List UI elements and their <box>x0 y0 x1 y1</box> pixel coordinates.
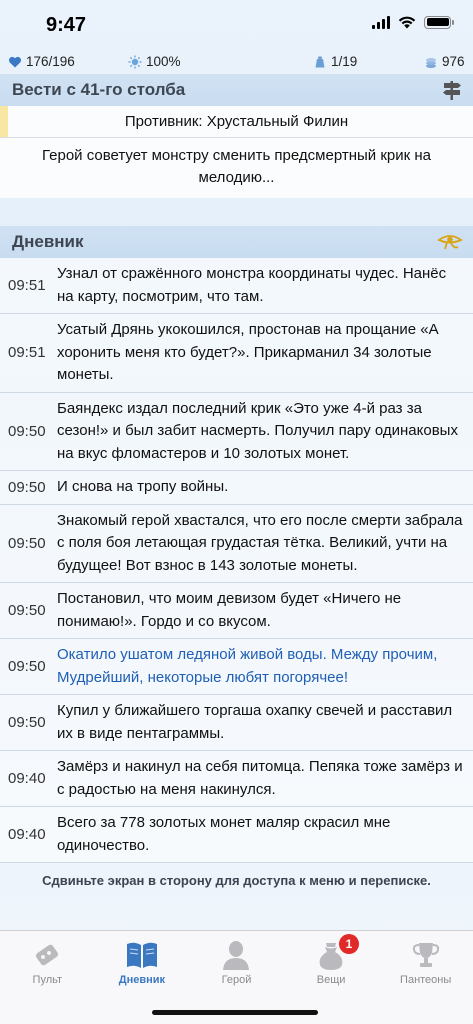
opponent-line: Противник: Хрустальный Филин <box>0 106 473 138</box>
gold-stat: 976 <box>424 54 465 69</box>
entry-text: Узнал от сражённого монстра координаты ч… <box>57 265 447 305</box>
diary-entry: 09:51 Усатый Дрянь укокошился, простонав … <box>0 314 473 393</box>
health-value: 176/196 <box>26 54 75 69</box>
entry-text: Замёрз и накинул на себя питомца. Пепяка… <box>57 758 463 798</box>
entry-time: 09:40 <box>8 770 46 787</box>
diary-entry: 09:50 Знакомый герой хвастался, что его п… <box>0 504 473 583</box>
swipe-hint: Сдвиньте экран в сторону для доступа к м… <box>42 873 431 888</box>
tab-label: Дневник <box>118 974 166 986</box>
entry-time: 09:50 <box>8 658 46 675</box>
system-indicators <box>372 15 454 29</box>
signpost-icon[interactable] <box>441 79 463 101</box>
news-text: Герой советует монстру сменить предсмерт… <box>42 147 431 186</box>
trophy-icon <box>412 943 439 967</box>
entry-text: Окатило ушатом ледяной живой воды. Между… <box>57 646 438 686</box>
entry-text: Баяндекс издал последний крик «Это уже 4… <box>57 399 458 462</box>
tab-remote[interactable]: Пульт <box>0 931 95 1024</box>
godpower-stat: 100% <box>128 54 181 69</box>
entry-text: Постановил, что моим девизом будет «Ниче… <box>57 590 402 630</box>
tab-label: Пантеоны <box>400 974 452 986</box>
godpower-value: 100% <box>146 54 181 69</box>
entry-time: 09:40 <box>8 826 46 843</box>
quest-value: 1/19 <box>331 54 358 69</box>
wifi-icon <box>398 16 416 28</box>
entry-text: Всего за 778 золотых монет маляр скрасил… <box>57 814 391 854</box>
quest-icon <box>315 56 325 67</box>
diary-entry: 09:40 Замёрз и накинул на себя питомца. П… <box>0 751 473 807</box>
book-icon <box>126 942 157 968</box>
coins-icon <box>426 57 436 68</box>
quest-stat: 1/19 <box>313 54 357 69</box>
entry-time: 09:51 <box>8 277 46 294</box>
diary-entry: 09:40 Всего за 778 золотых монет маляр ск… <box>0 807 473 863</box>
prana-icon <box>128 55 142 68</box>
gold-value: 976 <box>442 54 465 69</box>
status-bar: 9:47 <box>0 0 473 52</box>
entry-text: Усатый Дрянь укокошился, простонав на пр… <box>57 321 439 383</box>
diary-entry-divine: 09:50 Окатило ушатом ледяной живой воды. … <box>0 639 473 695</box>
tab-label: Пульт <box>32 974 63 986</box>
news-header[interactable]: Вести с 41-го столба <box>0 74 473 106</box>
entry-time: 09:51 <box>8 344 46 362</box>
heart-icon <box>8 56 22 67</box>
health-stat: 176/196 <box>8 54 75 69</box>
entry-time: 09:50 <box>8 422 46 440</box>
diary-entry: 09:50 Купил у ближайшего торгаша охапку с… <box>0 695 473 751</box>
cellular-signal-icon <box>372 15 390 29</box>
home-indicator <box>152 1010 318 1015</box>
status-time: 9:47 <box>46 14 87 36</box>
diary-entry: 09:50 И снова на тропу войны. <box>0 471 473 505</box>
remote-icon <box>36 944 59 966</box>
hero-stats: 176/196 100% 1/19 976 <box>0 52 473 74</box>
news-title: Вести с 41-го столба <box>12 80 186 99</box>
entry-text: И снова на тропу войны. <box>57 478 229 495</box>
tab-label: Вещи <box>316 974 346 986</box>
news-block: Противник: Хрустальный Филин Герой совет… <box>0 106 473 198</box>
diary-entry: 09:50 Баяндекс издал последний крик «Это … <box>0 392 473 471</box>
entry-time: 09:50 <box>8 534 46 552</box>
tab-pantheons[interactable]: Пантеоны <box>378 931 473 1024</box>
items-badge: 1 <box>338 934 359 954</box>
entry-text: Знакомый герой хвастался, что его после … <box>57 511 463 574</box>
hero-icon <box>223 941 250 970</box>
entry-text: Купил у ближайшего торгаша охапку свечей… <box>57 702 453 742</box>
diary-entry: 09:50 Постановил, что моим девизом будет … <box>0 583 473 639</box>
tab-label: Герой <box>221 974 252 986</box>
diary-list: 09:51 Узнал от сражённого монстра координ… <box>0 258 473 863</box>
eye-of-ra-icon[interactable] <box>437 233 463 251</box>
diary-header[interactable]: Дневник <box>0 226 473 258</box>
entry-time: 09:50 <box>8 478 46 496</box>
entry-time: 09:50 <box>8 714 46 731</box>
entry-time: 09:50 <box>8 602 46 619</box>
diary-entry: 09:51 Узнал от сражённого монстра координ… <box>0 258 473 314</box>
diary-title: Дневник <box>12 232 84 251</box>
battery-icon <box>424 15 454 29</box>
